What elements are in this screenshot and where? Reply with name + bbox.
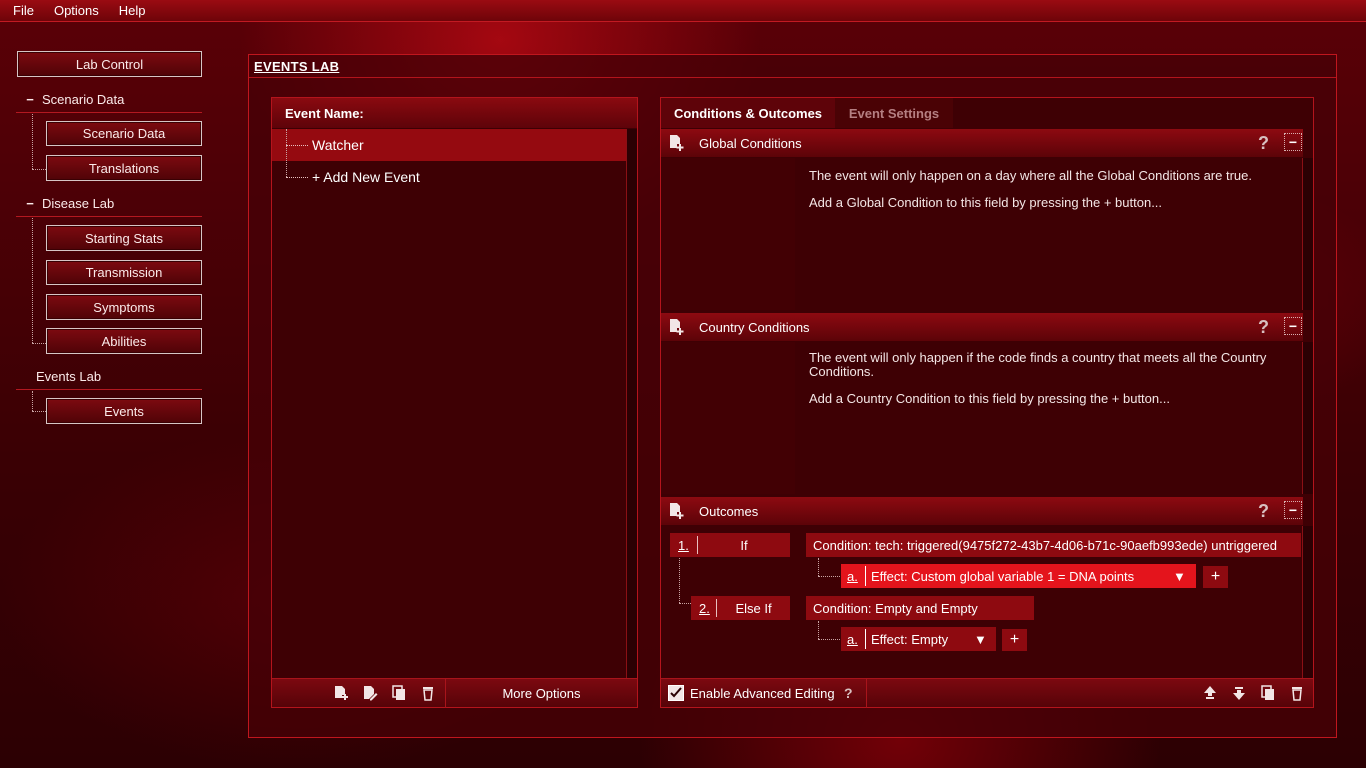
global-info-line1: The event will only happen on a day wher… <box>809 168 1252 183</box>
tree-line <box>286 129 287 177</box>
help-icon[interactable]: ? <box>1258 501 1269 522</box>
outcomes-header: Outcomes ? − <box>661 497 1303 525</box>
event-item-watcher[interactable]: Watcher <box>272 129 626 161</box>
lab-control-button[interactable]: Lab Control <box>17 51 202 77</box>
tree-line <box>818 639 840 640</box>
condition-1[interactable]: Condition: tech: triggered(9475f272-43b7… <box>806 533 1301 557</box>
tree-line <box>818 558 819 576</box>
nav-section-events-lab[interactable]: Events Lab <box>16 364 202 390</box>
add-new-event-item[interactable]: + Add New Event <box>272 161 626 193</box>
translations-button[interactable]: Translations <box>46 155 202 181</box>
enable-advanced-checkbox[interactable] <box>668 685 684 701</box>
add-condition-icon[interactable] <box>669 318 685 339</box>
delete-event-icon[interactable] <box>419 684 437 702</box>
tree-line <box>679 558 680 603</box>
more-options-button[interactable]: More Options <box>446 679 637 708</box>
help-icon[interactable]: ? <box>1258 133 1269 154</box>
effect-2a[interactable]: a. Effect: Empty ▼ <box>841 627 996 651</box>
add-effect-button[interactable]: + <box>1002 629 1027 651</box>
country-scrollbar[interactable] <box>1302 342 1313 494</box>
add-outcome-icon[interactable] <box>669 502 685 523</box>
event-list-footer: More Options <box>272 678 637 708</box>
tree-line <box>32 391 33 411</box>
starting-stats-button[interactable]: Starting Stats <box>46 225 202 251</box>
nav-section-scenario-data[interactable]: − Scenario Data <box>16 87 202 113</box>
scenario-data-button[interactable]: Scenario Data <box>46 121 202 146</box>
transmission-button[interactable]: Transmission <box>46 260 202 285</box>
move-up-icon[interactable] <box>1201 684 1219 702</box>
tree-line <box>818 576 840 577</box>
events-button[interactable]: Events <box>46 398 202 424</box>
collapse-icon[interactable]: − <box>1284 133 1302 151</box>
country-info-line2: Add a Country Condition to this field by… <box>809 391 1170 406</box>
dropdown-icon[interactable]: ▼ <box>974 632 987 647</box>
global-info-line2: Add a Global Condition to this field by … <box>809 195 1163 210</box>
add-condition-icon[interactable] <box>669 134 685 155</box>
menu-options[interactable]: Options <box>47 3 112 18</box>
tree-line <box>818 621 819 639</box>
country-conditions-header: Country Conditions ? − <box>661 313 1303 341</box>
collapse-icon[interactable]: − <box>1284 501 1302 519</box>
event-name-header: Event Name: <box>272 98 637 128</box>
add-effect-button[interactable]: + <box>1203 566 1228 588</box>
global-conditions-header: Global Conditions ? − <box>661 129 1303 157</box>
conditions-footer: Enable Advanced Editing ? <box>661 678 1313 708</box>
outcomes-scrollbar[interactable] <box>1302 526 1313 678</box>
event-list-panel: Event Name: Watcher + Add New Event More… <box>271 97 638 708</box>
menu-help[interactable]: Help <box>112 3 159 18</box>
menu-bar: File Options Help <box>0 0 1366 22</box>
tree-line <box>32 411 46 412</box>
copy-icon[interactable] <box>1259 684 1277 702</box>
copy-event-icon[interactable] <box>390 684 408 702</box>
symptoms-button[interactable]: Symptoms <box>46 294 202 320</box>
move-down-icon[interactable] <box>1230 684 1248 702</box>
check-icon <box>670 687 682 698</box>
tab-conditions-outcomes[interactable]: Conditions & Outcomes <box>661 98 835 128</box>
title-divider <box>249 77 1336 78</box>
collapse-icon[interactable]: − <box>1284 317 1302 335</box>
delete-icon[interactable] <box>1288 684 1306 702</box>
dropdown-icon[interactable]: ▼ <box>1173 569 1186 584</box>
enable-advanced-label: Enable Advanced Editing <box>690 686 835 701</box>
tree-line <box>32 343 46 344</box>
conditions-outcomes-panel: Conditions & Outcomes Event Settings Glo… <box>660 97 1314 708</box>
nav-section-disease-lab[interactable]: − Disease Lab <box>16 191 202 217</box>
menu-file[interactable]: File <box>6 3 47 18</box>
country-info-line1: The event will only happen if the code f… <box>809 350 1267 379</box>
help-icon[interactable]: ? <box>844 685 853 701</box>
tree-line <box>679 603 691 604</box>
tree-line <box>32 169 46 170</box>
effect-1a[interactable]: a. Effect: Custom global variable 1 = DN… <box>841 564 1196 588</box>
add-event-icon[interactable] <box>332 684 350 702</box>
page-title: EVENTS LAB <box>254 59 340 74</box>
help-icon[interactable]: ? <box>1258 317 1269 338</box>
collapse-icon: − <box>26 196 34 211</box>
tree-line <box>32 218 33 343</box>
global-scrollbar[interactable] <box>1302 158 1313 310</box>
abilities-button[interactable]: Abilities <box>46 328 202 354</box>
tree-line <box>32 114 33 169</box>
outcome-if-block[interactable]: 1. If <box>670 533 790 557</box>
collapse-icon: − <box>26 92 34 107</box>
tab-event-settings[interactable]: Event Settings <box>835 98 953 128</box>
left-nav: Lab Control − Scenario Data Scenario Dat… <box>0 22 220 768</box>
event-list-scrollbar[interactable] <box>626 129 637 678</box>
country-conditions-body: The event will only happen if the code f… <box>661 342 1301 494</box>
condition-2[interactable]: Condition: Empty and Empty <box>806 596 1034 620</box>
outcome-else-if-block[interactable]: 2. Else If <box>691 596 790 620</box>
global-conditions-body: The event will only happen on a day wher… <box>661 158 1301 310</box>
outcomes-body: 1. If Condition: tech: triggered(9475f27… <box>661 526 1301 678</box>
edit-event-icon[interactable] <box>361 684 379 702</box>
